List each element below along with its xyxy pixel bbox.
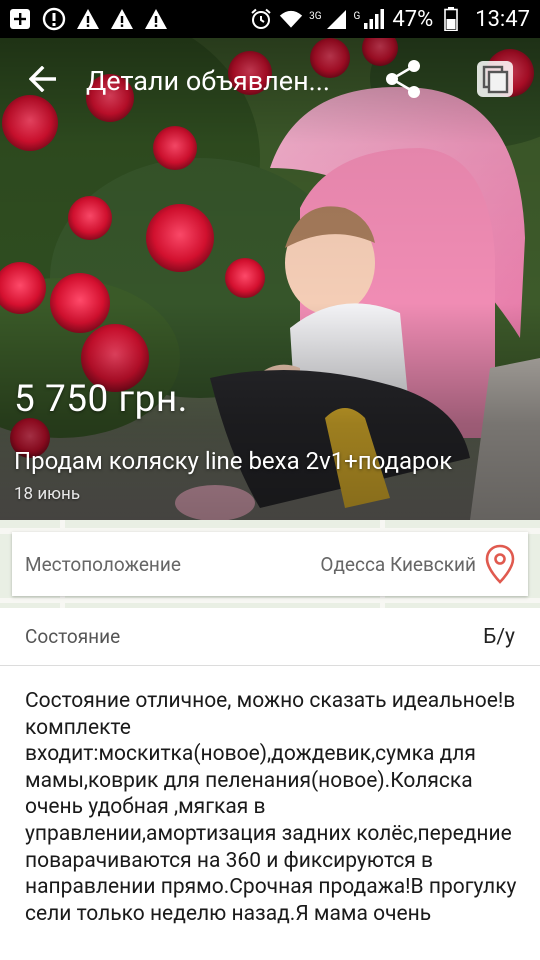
- network-type-g: G: [353, 10, 361, 22]
- back-button[interactable]: [0, 38, 86, 124]
- listing-price: 5 750 грн.: [14, 378, 188, 421]
- condition-value: Б/у: [483, 624, 515, 649]
- signal-icon: [362, 7, 386, 31]
- location-card[interactable]: Местоположение Одесса Киевский: [12, 532, 528, 596]
- warning-icon: [76, 7, 100, 31]
- location-label: Местоположение: [25, 552, 181, 576]
- toolbar: Детали объявлен...: [0, 38, 540, 124]
- network-type-3g: 3G: [309, 10, 322, 22]
- listing-hero[interactable]: Детали объявлен... 5 750 грн. Продам кол…: [0, 38, 540, 520]
- condition-label: Состояние: [25, 625, 121, 648]
- listing-date: 18 июнь: [14, 484, 81, 504]
- battery-percent: 47%: [392, 6, 434, 32]
- alert-circle-icon: [42, 7, 66, 31]
- toolbar-title: Детали объявлен...: [86, 65, 331, 97]
- battery-icon: [439, 7, 463, 31]
- copy-icon: [475, 59, 515, 103]
- warning-icon: [110, 7, 134, 31]
- listing-description: Состояние отличное, можно сказать идеаль…: [25, 689, 517, 926]
- map-pin-icon[interactable]: [484, 544, 516, 584]
- location-map[interactable]: Местоположение Одесса Киевский: [0, 520, 540, 608]
- share-button[interactable]: [370, 48, 436, 114]
- share-icon: [384, 59, 422, 103]
- copy-button[interactable]: [462, 48, 528, 114]
- alarm-icon: [249, 7, 273, 31]
- condition-row: Состояние Б/у: [0, 608, 540, 666]
- signal-icon: [324, 7, 348, 31]
- warning-icon: [144, 7, 168, 31]
- back-arrow-icon: [28, 65, 57, 96]
- listing-title: Продам коляску line bexa 2v1+подарок: [14, 447, 453, 475]
- clock: 13:47: [475, 6, 530, 32]
- wifi-icon: [279, 7, 303, 31]
- status-bar: 3G G 47% 13:47: [0, 0, 540, 38]
- location-value: Одесса Киевский: [320, 552, 476, 576]
- map-road: [0, 598, 540, 603]
- add-box-icon: [8, 7, 32, 31]
